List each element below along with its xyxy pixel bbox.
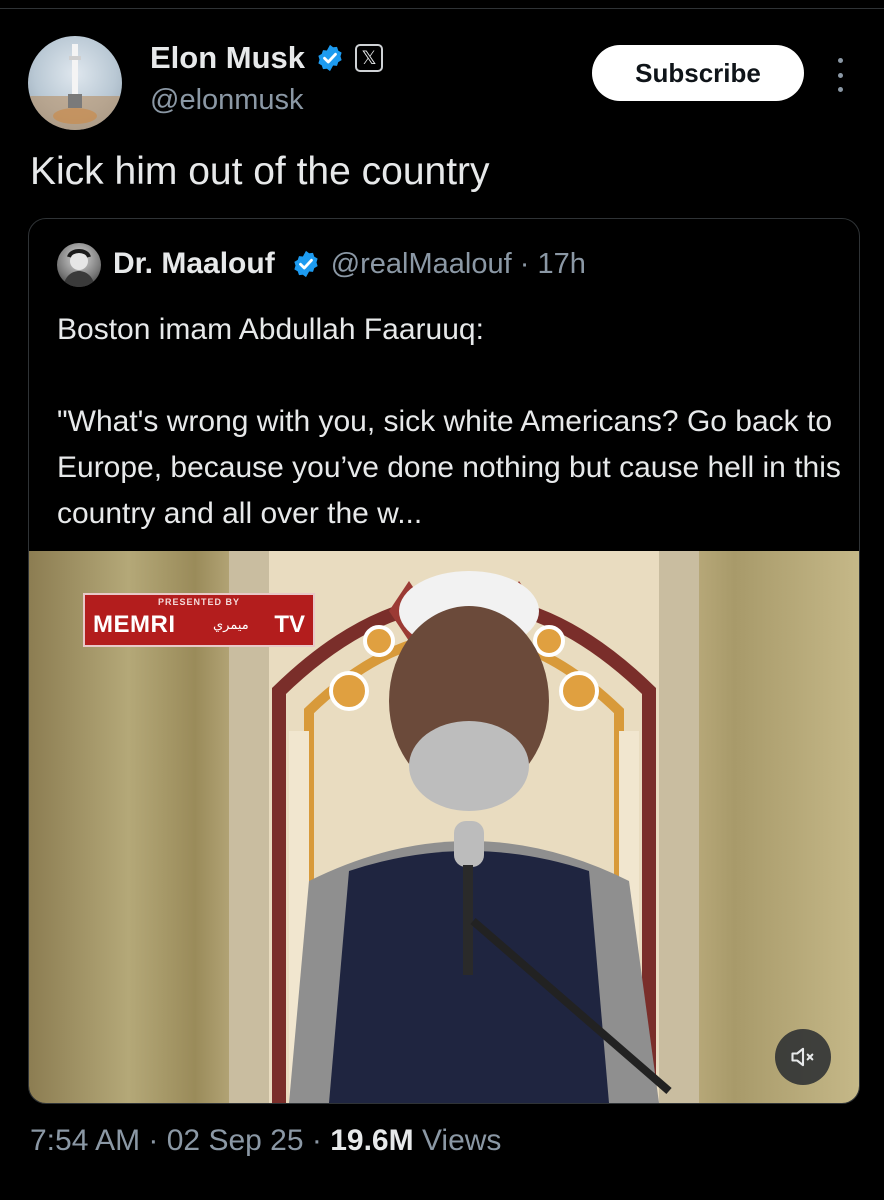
- tweet-date[interactable]: 02 Sep 25: [167, 1124, 304, 1157]
- quoted-line-1: Boston imam Abdullah Faaruuq:: [57, 313, 484, 346]
- author-avatar[interactable]: [28, 36, 122, 130]
- quoted-tweet-text: Boston imam Abdullah Faaruuq: "What's wr…: [57, 307, 847, 537]
- views-label[interactable]: Views: [422, 1124, 501, 1157]
- more-icon[interactable]: [826, 58, 854, 92]
- quoted-tweet[interactable]: Dr. Maalouf @realMaalouf · 17h Boston im…: [28, 218, 860, 1104]
- quoted-author-avatar[interactable]: [57, 243, 101, 287]
- quoted-author-handle-time[interactable]: @realMaalouf · 17h: [331, 248, 586, 281]
- subscribe-button[interactable]: Subscribe: [592, 45, 804, 101]
- top-divider: [0, 8, 884, 9]
- memri-tv-watermark: PRESENTED BY MEMRI ميمري TV: [83, 593, 315, 647]
- verified-icon: [318, 44, 342, 72]
- verified-icon: [294, 250, 318, 278]
- x-badge-icon: 𝕏: [355, 44, 384, 72]
- mute-icon[interactable]: [775, 1029, 831, 1085]
- video-player[interactable]: PRESENTED BY MEMRI ميمري TV: [29, 551, 859, 1103]
- quoted-author-name[interactable]: Dr. Maalouf: [113, 247, 275, 281]
- tweet-time[interactable]: 7:54 AM: [30, 1124, 140, 1157]
- views-count[interactable]: 19.6M: [330, 1124, 413, 1157]
- tweet-text: Kick him out of the country: [30, 150, 490, 193]
- quoted-line-2: "What's wrong with you, sick white Ameri…: [57, 405, 841, 530]
- watermark-arabic: ميمري: [213, 617, 249, 632]
- watermark-tv: TV: [274, 611, 305, 638]
- author-name[interactable]: Elon Musk: [150, 40, 305, 76]
- watermark-brand: MEMRI: [93, 611, 176, 638]
- author-handle[interactable]: @elonmusk: [150, 84, 304, 117]
- tweet-meta: 7:54 AM · 02 Sep 25 · 19.6M Views: [30, 1124, 502, 1157]
- watermark-presented-by: PRESENTED BY: [157, 597, 240, 607]
